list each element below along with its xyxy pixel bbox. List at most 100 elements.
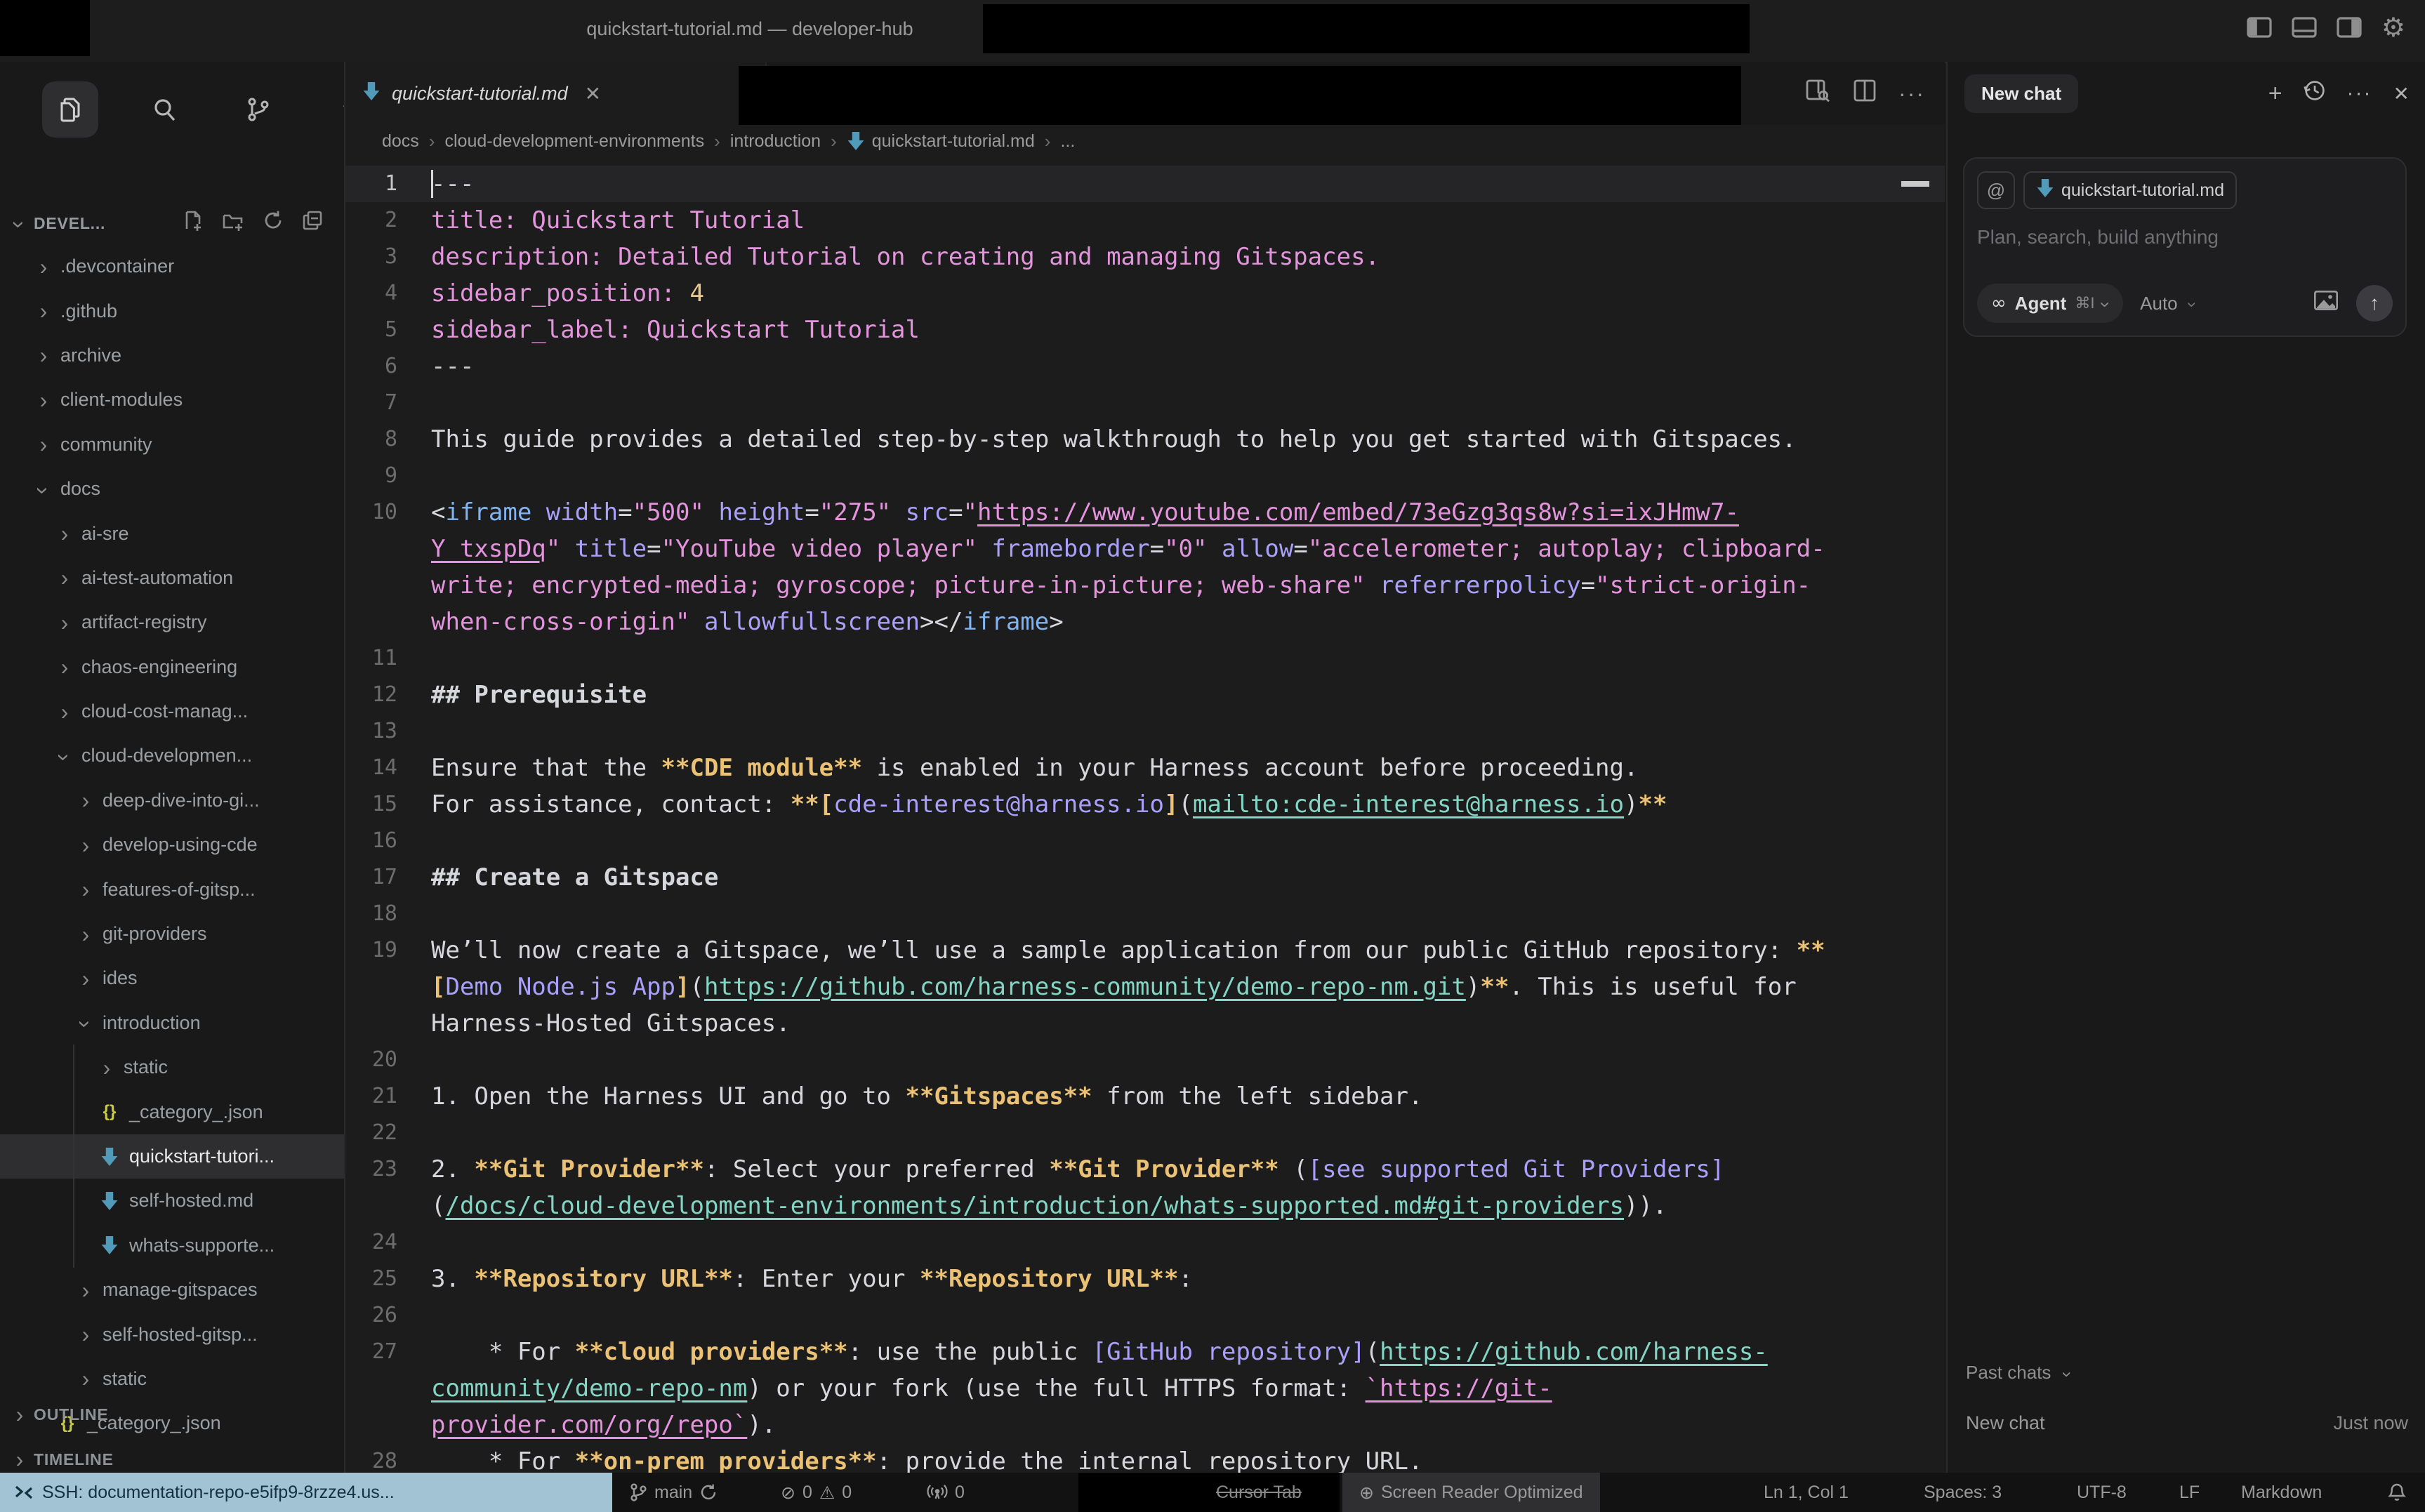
code-text[interactable]: [431, 1224, 445, 1261]
new-chat-plus-icon[interactable]: +: [2268, 80, 2282, 107]
tree-item[interactable]: ›features-of-gitsp...: [0, 867, 344, 911]
toggle-right-sidebar-icon[interactable]: [2337, 17, 2362, 38]
indentation-status[interactable]: Spaces: 3: [1924, 1473, 2002, 1512]
tree-item[interactable]: quickstart-tutori...: [0, 1134, 344, 1179]
tree-item[interactable]: ›docs: [0, 467, 344, 511]
code-text[interactable]: sidebar_position: 4: [431, 275, 704, 312]
send-button[interactable]: ↑: [2356, 285, 2393, 321]
tree-item[interactable]: ›cloud-cost-manag...: [0, 689, 344, 734]
breadcrumb-item[interactable]: docs: [382, 131, 419, 152]
breadcrumb-item[interactable]: quickstart-tutorial.md: [847, 131, 1035, 152]
tree-item[interactable]: ›static: [0, 1045, 344, 1089]
chat-more-icon[interactable]: ···: [2347, 81, 2372, 105]
chat-input-placeholder[interactable]: Plan, search, build anything: [1977, 226, 2393, 248]
tree-item[interactable]: self-hosted.md: [0, 1179, 344, 1223]
explorer-icon[interactable]: [42, 81, 98, 138]
agent-mode-selector[interactable]: ∞ Agent ⌘I ›: [1977, 284, 2123, 323]
outline-section[interactable]: › OUTLINE: [11, 1393, 334, 1436]
tree-item[interactable]: ›manage-gitspaces: [0, 1268, 344, 1312]
tree-item[interactable]: ›self-hosted-gitsp...: [0, 1312, 344, 1356]
context-file-pill[interactable]: quickstart-tutorial.md: [2023, 171, 2237, 209]
code-text[interactable]: ---: [431, 166, 474, 202]
past-chats-toggle[interactable]: Past chats ›: [1966, 1362, 2076, 1384]
code-text[interactable]: <iframe width="500" height="275" src="ht…: [431, 494, 1845, 640]
code-text[interactable]: ## Create a Gitspace: [431, 859, 718, 896]
code-text[interactable]: * For **on-prem providers**: provide the…: [431, 1443, 1422, 1473]
tab-quickstart-tutorial[interactable]: quickstart-tutorial.md ✕: [345, 62, 767, 125]
eol-status[interactable]: LF: [2179, 1473, 2200, 1512]
activity-more-icon[interactable]: [324, 81, 345, 138]
tree-item[interactable]: ›client-modules: [0, 378, 344, 422]
ports-status[interactable]: 0: [927, 1473, 965, 1512]
remote-indicator[interactable]: SSH: documentation-repo-e5ifp9-8rzze4.us…: [0, 1473, 612, 1512]
code-text[interactable]: [431, 458, 445, 494]
code-text[interactable]: [431, 1115, 445, 1151]
toggle-panel-icon[interactable]: [2292, 17, 2317, 38]
breadcrumb-item[interactable]: introduction: [730, 131, 821, 152]
new-file-icon[interactable]: [183, 210, 204, 237]
source-control-icon[interactable]: [230, 81, 286, 138]
code-text[interactable]: ## Prerequisite: [431, 677, 647, 713]
code-text[interactable]: [431, 1297, 445, 1334]
search-icon[interactable]: [136, 81, 192, 138]
cursor-tab-status[interactable]: Cursor Tab: [1216, 1473, 1302, 1512]
chat-input-card[interactable]: @ quickstart-tutorial.md Plan, search, b…: [1963, 157, 2407, 337]
git-branch-status[interactable]: main: [629, 1473, 718, 1512]
new-folder-icon[interactable]: [222, 211, 244, 237]
tab-close-icon[interactable]: ✕: [585, 82, 601, 105]
code-text[interactable]: * For **cloud providers**: use the publi…: [431, 1334, 1845, 1443]
chat-tab-new-chat[interactable]: New chat: [1964, 74, 2078, 113]
tree-item[interactable]: ›git-providers: [0, 912, 344, 956]
tree-item[interactable]: ›ides: [0, 956, 344, 1000]
code-text[interactable]: [431, 823, 445, 859]
toggle-left-sidebar-icon[interactable]: [2247, 17, 2272, 38]
breadcrumb-item[interactable]: cloud-development-environments: [444, 131, 704, 152]
tree-item[interactable]: ›.devcontainer: [0, 244, 344, 289]
code-text[interactable]: We’ll now create a Gitspace, we’ll use a…: [431, 932, 1845, 1042]
code-text[interactable]: title: Quickstart Tutorial: [431, 202, 805, 239]
code-text[interactable]: This guide provides a detailed step-by-s…: [431, 421, 1797, 458]
code-text[interactable]: 3. **Repository URL**: Enter your **Repo…: [431, 1261, 1193, 1297]
open-preview-icon[interactable]: [1806, 79, 1831, 107]
problems-status[interactable]: ⊘ 0 ⚠ 0: [781, 1473, 852, 1512]
chat-history-item[interactable]: New chat Just now: [1966, 1412, 2408, 1434]
tree-item[interactable]: ›deep-dive-into-gi...: [0, 778, 344, 823]
settings-gear-icon[interactable]: ⚙: [2381, 14, 2405, 41]
tree-item[interactable]: ›ai-sre: [0, 511, 344, 555]
collapse-all-icon[interactable]: [302, 210, 323, 237]
code-text[interactable]: Ensure that the **CDE module** is enable…: [431, 750, 1638, 786]
notifications-bell-icon[interactable]: [2387, 1473, 2407, 1512]
code-text[interactable]: [431, 896, 445, 932]
code-text[interactable]: sidebar_label: Quickstart Tutorial: [431, 312, 920, 348]
tree-item[interactable]: ›chaos-engineering: [0, 645, 344, 689]
tree-item[interactable]: whats-supporte...: [0, 1223, 344, 1268]
code-text[interactable]: ---: [431, 348, 474, 385]
chat-close-icon[interactable]: ✕: [2393, 82, 2410, 105]
code-text[interactable]: [431, 713, 445, 750]
breadcrumb-item[interactable]: ...: [1060, 131, 1075, 152]
tree-item[interactable]: ›artifact-registry: [0, 600, 344, 644]
code-text[interactable]: [431, 640, 445, 677]
code-text[interactable]: description: Detailed Tutorial on creati…: [431, 239, 1380, 275]
screen-reader-status[interactable]: ⊕ Screen Reader Optimized: [1342, 1473, 1600, 1512]
history-icon[interactable]: [2304, 79, 2326, 107]
code-text[interactable]: [431, 1042, 445, 1078]
tree-item[interactable]: ›cloud-developmen...: [0, 734, 344, 778]
tree-item[interactable]: ›community: [0, 423, 344, 467]
editor[interactable]: 1---2title: Quickstart Tutorial3descript…: [345, 157, 1945, 1473]
code-text[interactable]: 2. **Git Provider**: Select your preferr…: [431, 1151, 1845, 1224]
code-text[interactable]: For assistance, contact: **[cde-interest…: [431, 786, 1667, 823]
explorer-section-header[interactable]: › DEVEL...: [11, 202, 334, 244]
tree-item[interactable]: ›archive: [0, 333, 344, 378]
tree-item[interactable]: ›introduction: [0, 1001, 344, 1045]
tree-item[interactable]: ›ai-test-automation: [0, 556, 344, 600]
timeline-section[interactable]: › TIMELINE: [11, 1438, 334, 1473]
language-mode-status[interactable]: Markdown: [2241, 1473, 2322, 1512]
add-context-button[interactable]: @: [1977, 171, 2015, 209]
tree-item[interactable]: {}_category_.json: [0, 1089, 344, 1134]
tree-item[interactable]: ›develop-using-cde: [0, 823, 344, 867]
split-editor-icon[interactable]: [1854, 79, 1876, 107]
tree-item[interactable]: ›.github: [0, 289, 344, 333]
model-selector[interactable]: Auto ›: [2140, 293, 2200, 314]
more-actions-icon[interactable]: ···: [1898, 81, 1925, 107]
